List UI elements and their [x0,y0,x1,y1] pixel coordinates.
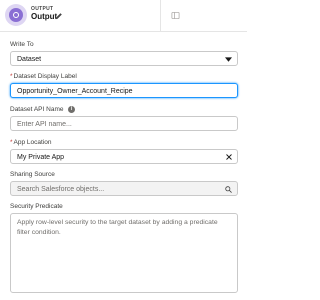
dataset-display-label-input[interactable]: Opportunity_Owner_Account_Recipe [10,83,238,98]
security-predicate-label: Security Predicate [10,203,63,210]
sharing-source-label: Sharing Source [10,171,55,178]
panel-header: OUTPUT Output [0,0,247,32]
write-to-value: Dataset [17,55,42,63]
pencil-icon[interactable] [55,12,63,20]
dataset-display-label-value: Opportunity_Owner_Account_Recipe [17,87,133,95]
chevron-down-icon [225,57,232,62]
output-node-panel: OUTPUT Output Write To Dataset *Dataset … [0,0,247,300]
write-to-select[interactable]: Dataset [10,51,238,66]
clear-icon[interactable] [226,154,232,160]
write-to-label: Write To [10,41,34,48]
required-mark: * [10,139,13,146]
dataset-api-name-placeholder: Enter API name... [17,120,72,128]
security-predicate-textarea[interactable]: Apply row-level security to the target d… [10,213,238,293]
app-location-input[interactable]: My Private App [10,149,238,164]
sharing-source-search[interactable]: Search Salesforce objects... [10,181,238,196]
sharing-source-placeholder: Search Salesforce objects... [17,185,105,193]
header-divider [160,0,161,31]
dataset-api-name-input[interactable]: Enter API name... [10,116,238,131]
app-location-label: *App Location [10,139,52,146]
dataset-api-name-label: Dataset API Name [10,106,64,113]
app-location-value: My Private App [17,153,65,161]
node-name[interactable]: Output [31,12,57,21]
collapse-panel-icon[interactable] [171,11,180,20]
required-mark: * [10,73,13,80]
dataset-display-label-label: *Dataset Display Label [10,73,77,80]
output-node-icon [5,4,27,26]
search-icon [225,185,232,193]
info-icon[interactable]: i [68,106,75,113]
security-predicate-placeholder: Apply row-level security to the target d… [17,219,218,236]
